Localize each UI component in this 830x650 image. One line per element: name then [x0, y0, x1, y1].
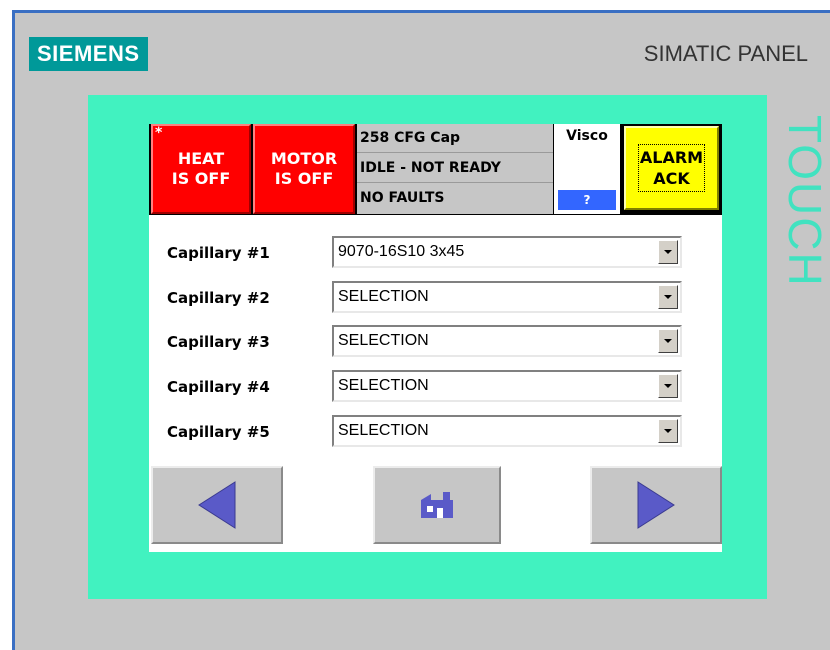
capillary-label: Capillary #5: [167, 423, 270, 441]
triangle-right-icon: [637, 481, 675, 529]
visco-help-button[interactable]: ?: [558, 190, 616, 210]
capillary-1-value: 9070-16S10 3x45: [338, 243, 465, 260]
chevron-down-icon[interactable]: [658, 329, 678, 353]
home-screen-button[interactable]: [373, 466, 501, 544]
status-faults: NO FAULTS: [360, 190, 445, 206]
capillary-5-select[interactable]: SELECTION: [332, 415, 682, 447]
status-config: 258 CFG Cap: [357, 124, 553, 153]
touch-label: TOUCH: [779, 115, 830, 288]
capillary-label: Capillary #3: [167, 333, 270, 351]
status-panel: 258 CFG Cap IDLE - NOT READY NO FAULTS: [357, 124, 553, 214]
capillary-2-select[interactable]: SELECTION: [332, 281, 682, 313]
capillary-4-value: SELECTION: [338, 377, 429, 394]
capillary-2-value: SELECTION: [338, 288, 429, 305]
alarm-ack-button[interactable]: ALARM ACK: [624, 126, 719, 210]
visco-panel: Visco ?: [554, 124, 620, 214]
capillary-label: Capillary #2: [167, 289, 270, 307]
panel-model-label: SIMATIC PANEL: [643, 41, 808, 66]
hmi-panel-frame: SIEMENS SIMATIC PANEL TOUCH * HEAT IS OF…: [12, 10, 830, 650]
capillary-4-select[interactable]: SELECTION: [332, 370, 682, 402]
capillary-label: Capillary #4: [167, 378, 270, 396]
next-screen-button[interactable]: [590, 466, 722, 544]
motor-button-line1: MOTOR: [270, 149, 338, 168]
hmi-screen: * HEAT IS OFF MOTOR IS OFF 258 CFG Cap I…: [149, 124, 722, 552]
triangle-left-icon: [198, 481, 236, 529]
heat-button-line2: IS OFF: [171, 169, 231, 188]
heat-marker: *: [155, 125, 163, 141]
capillary-5-value: SELECTION: [338, 422, 429, 439]
factory-icon: [421, 492, 453, 518]
alarm-ack-label: ALARM ACK: [637, 144, 706, 192]
previous-screen-button[interactable]: [151, 466, 283, 544]
visco-label: Visco: [566, 128, 608, 144]
heat-button-line1: HEAT: [177, 149, 225, 168]
capillary-row-3: Capillary #3 SELECTION: [149, 325, 722, 359]
alarm-ack-line1: ALARM: [639, 148, 704, 167]
chevron-down-icon[interactable]: [658, 240, 678, 264]
alarm-ack-line2: ACK: [653, 169, 690, 188]
status-state: IDLE - NOT READY: [357, 154, 553, 183]
chevron-down-icon[interactable]: [658, 374, 678, 398]
chevron-down-icon[interactable]: [658, 285, 678, 309]
motor-button[interactable]: MOTOR IS OFF: [253, 124, 355, 214]
capillary-3-select[interactable]: SELECTION: [332, 325, 682, 357]
capillary-1-select[interactable]: 9070-16S10 3x45: [332, 236, 682, 268]
screen-bezel: * HEAT IS OFF MOTOR IS OFF 258 CFG Cap I…: [88, 95, 767, 599]
capillary-row-2: Capillary #2 SELECTION: [149, 281, 722, 315]
motor-button-line2: IS OFF: [274, 169, 334, 188]
capillary-3-value: SELECTION: [338, 332, 429, 349]
capillary-row-1: Capillary #1 9070-16S10 3x45: [149, 236, 722, 270]
capillary-row-5: Capillary #5 SELECTION: [149, 415, 722, 449]
capillary-label: Capillary #1: [167, 244, 270, 262]
heat-button[interactable]: * HEAT IS OFF: [151, 124, 251, 214]
siemens-logo: SIEMENS: [29, 37, 148, 71]
capillary-row-4: Capillary #4 SELECTION: [149, 370, 722, 404]
status-header: * HEAT IS OFF MOTOR IS OFF 258 CFG Cap I…: [149, 124, 722, 215]
chevron-down-icon[interactable]: [658, 419, 678, 443]
